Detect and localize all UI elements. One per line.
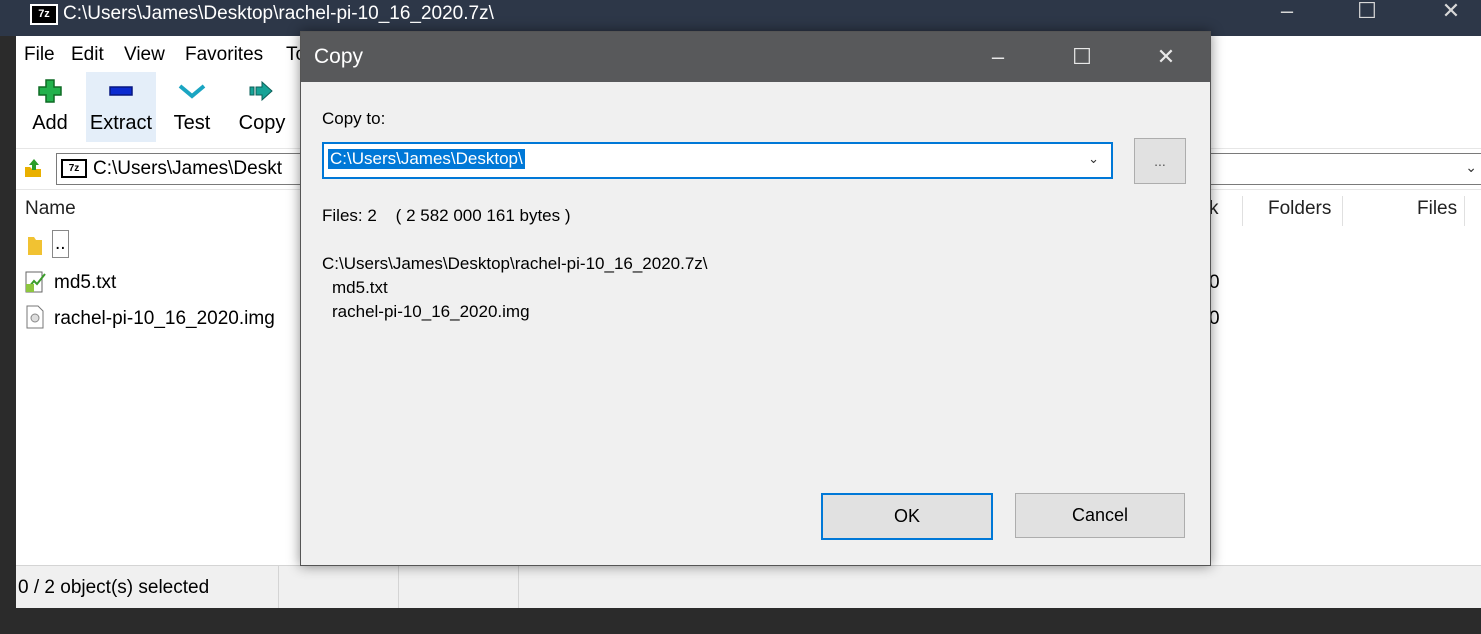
status-cell: 0 / 2 object(s) selected [16, 566, 279, 608]
list-item-name: .. [52, 230, 69, 258]
destination-path[interactable]: C:\Users\James\Desktop\ [328, 149, 525, 169]
column-header-folders[interactable]: Folders [1268, 198, 1331, 220]
status-cell [399, 566, 519, 608]
extract-button[interactable]: Extract [86, 72, 156, 142]
minimize-icon: – [1280, 0, 1294, 23]
ok-button[interactable]: OK [821, 493, 993, 540]
copy-to-label: Copy to: [322, 109, 386, 128]
menu-favorites[interactable]: Favorites [185, 44, 263, 66]
list-item-name: rachel-pi-10_16_2020.img [54, 308, 275, 329]
add-label: Add [32, 112, 68, 134]
chevron-down-icon[interactable]: ⌄ [1465, 159, 1477, 176]
check-chevron-icon [178, 84, 206, 99]
menu-view[interactable]: View [124, 44, 165, 66]
menu-file[interactable]: File [24, 44, 55, 66]
column-divider[interactable] [1464, 196, 1465, 226]
dialog-title: Copy [314, 45, 364, 68]
chevron-down-icon[interactable]: ⌄ [1088, 151, 1099, 167]
dialog-maximize-button[interactable]: ☐ [1053, 32, 1111, 82]
copy-dialog: Copy – ☐ ✕ Copy to: C:\Users\James\Deskt… [300, 31, 1211, 566]
plus-icon [38, 79, 62, 103]
copy-button[interactable]: Copy [230, 72, 294, 142]
minimize-icon: – [991, 44, 1005, 69]
cancel-button[interactable]: Cancel [1015, 493, 1185, 538]
disk-image-icon [26, 305, 44, 329]
extract-label: Extract [89, 112, 153, 134]
close-icon: ✕ [1441, 0, 1461, 23]
text-file-icon [25, 271, 46, 293]
column-header-files[interactable]: Files [1417, 198, 1457, 220]
minimize-button[interactable]: – [1264, 0, 1310, 36]
dialog-minimize-button[interactable]: – [969, 32, 1027, 82]
main-window-title: C:\Users\James\Desktop\rachel-pi-10_16_2… [63, 3, 494, 24]
7z-icon: 7z [30, 4, 58, 25]
arrow-right-icon [249, 80, 273, 102]
column-header-name[interactable]: Name [25, 198, 76, 220]
folder-up-icon[interactable] [22, 157, 44, 179]
destination-combobox[interactable]: C:\Users\James\Desktop\ ⌄ [322, 142, 1113, 179]
browse-button[interactable]: ... [1134, 138, 1186, 184]
copy-label: Copy [238, 112, 286, 134]
files-info: Files: 2 ( 2 582 000 161 bytes ) [322, 206, 571, 225]
close-icon: ✕ [1156, 44, 1176, 69]
status-cell [279, 566, 399, 608]
folder-icon [28, 237, 42, 255]
address-path: C:\Users\James\Deskt [93, 158, 282, 179]
7z-icon: 7z [61, 159, 87, 178]
maximize-button[interactable]: ☐ [1344, 0, 1390, 36]
column-divider[interactable] [1242, 196, 1243, 226]
source-item: rachel-pi-10_16_2020.img [332, 302, 530, 321]
test-label: Test [173, 112, 211, 134]
status-selection: 0 / 2 object(s) selected [18, 577, 210, 598]
list-item-name: md5.txt [54, 272, 117, 293]
status-bar: 0 / 2 object(s) selected [16, 565, 1481, 608]
dialog-close-button[interactable]: ✕ [1137, 32, 1195, 82]
source-item: md5.txt [332, 278, 388, 297]
close-button[interactable]: ✕ [1428, 0, 1474, 36]
dialog-title-bar[interactable]: Copy – ☐ ✕ [301, 32, 1210, 82]
maximize-icon: ☐ [1072, 44, 1092, 69]
menu-edit[interactable]: Edit [71, 44, 104, 66]
source-path: C:\Users\James\Desktop\rachel-pi-10_16_2… [322, 254, 708, 273]
test-button[interactable]: Test [164, 72, 220, 142]
add-button[interactable]: Add [22, 72, 78, 142]
column-divider[interactable] [1342, 196, 1343, 226]
minus-icon [109, 86, 133, 96]
maximize-icon: ☐ [1357, 0, 1377, 23]
